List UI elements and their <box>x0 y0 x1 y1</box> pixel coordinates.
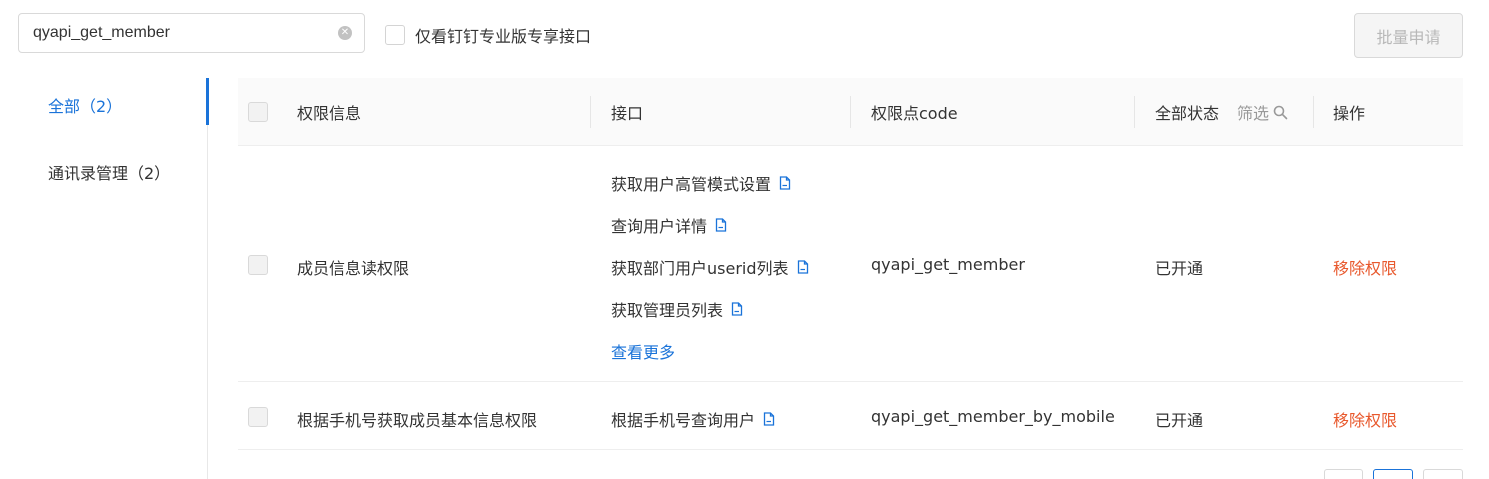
pager-next-button[interactable] <box>1423 469 1463 479</box>
doc-icon[interactable] <box>797 260 809 274</box>
batch-apply-button[interactable]: 批量申请 <box>1354 13 1463 58</box>
api-item: 查询用户详情 <box>611 213 727 237</box>
status-filter-label: 筛选 <box>1237 104 1270 123</box>
search-input[interactable] <box>33 24 338 42</box>
api-name[interactable]: 根据手机号查询用户 <box>611 407 755 431</box>
api-name[interactable]: 查询用户详情 <box>611 213 707 237</box>
pro-only-filter[interactable]: 仅看钉钉专业版专享接口 <box>385 23 591 47</box>
pager-page-button[interactable] <box>1373 469 1413 479</box>
column-divider <box>590 96 591 128</box>
table-row: 成员信息读权限 获取用户高管模式设置 查询用户详情 获取部门用户userid列表… <box>238 146 1463 382</box>
search-icon <box>1273 105 1288 119</box>
remove-permission-link[interactable]: 移除权限 <box>1333 255 1397 279</box>
sidebar-item-all[interactable]: 全部（2） <box>48 93 122 117</box>
header-permission: 权限信息 <box>297 104 362 123</box>
clear-icon[interactable]: ✕ <box>338 26 352 40</box>
status-text: 已开通 <box>1155 411 1204 430</box>
pager-prev-button[interactable] <box>1324 469 1363 479</box>
column-divider <box>1313 96 1314 128</box>
api-item: 获取用户高管模式设置 <box>611 171 791 195</box>
select-all-cell[interactable] <box>248 78 268 146</box>
api-name[interactable]: 获取用户高管模式设置 <box>611 171 771 195</box>
api-name[interactable]: 获取管理员列表 <box>611 297 723 321</box>
permission-table: 权限信息 接口 权限点code 全部状态 筛选 操作 成员信息读权限 获取用户高… <box>238 78 1463 450</box>
table-header: 权限信息 接口 权限点code 全部状态 筛选 操作 <box>238 78 1463 146</box>
row-checkbox[interactable] <box>248 407 268 427</box>
doc-icon[interactable] <box>763 412 775 426</box>
header-status: 全部状态 筛选 <box>1155 78 1288 146</box>
header-api: 接口 <box>611 104 644 123</box>
permission-code: qyapi_get_member_by_mobile <box>871 407 1115 426</box>
header-code: 权限点code <box>871 104 958 123</box>
remove-permission-link[interactable]: 移除权限 <box>1333 407 1397 431</box>
row-checkbox[interactable] <box>248 255 268 275</box>
api-item: 获取管理员列表 <box>611 297 743 321</box>
api-name[interactable]: 获取部门用户userid列表 <box>611 255 789 279</box>
doc-icon[interactable] <box>715 218 727 232</box>
status-filter[interactable]: 筛选 <box>1237 100 1288 124</box>
select-all-checkbox[interactable] <box>248 102 268 122</box>
sidebar-item-contacts[interactable]: 通讯录管理（2） <box>48 160 170 184</box>
permission-name: 成员信息读权限 <box>297 259 410 278</box>
status-text: 已开通 <box>1155 259 1204 278</box>
api-item: 获取部门用户userid列表 <box>611 255 809 279</box>
category-sidebar: 全部（2） 通讯录管理（2） <box>0 78 209 479</box>
permission-code: qyapi_get_member <box>871 255 1025 274</box>
active-indicator <box>206 78 209 125</box>
header-status-label: 全部状态 <box>1155 104 1220 123</box>
column-divider <box>850 96 851 128</box>
pro-only-label: 仅看钉钉专业版专享接口 <box>415 27 592 46</box>
column-divider <box>1134 96 1135 128</box>
search-box[interactable]: ✕ <box>18 13 365 53</box>
permission-name: 根据手机号获取成员基本信息权限 <box>297 411 538 430</box>
table-row: 根据手机号获取成员基本信息权限 根据手机号查询用户 qyapi_get_memb… <box>238 382 1463 450</box>
doc-icon[interactable] <box>731 302 743 316</box>
header-action: 操作 <box>1333 104 1366 123</box>
api-item: 根据手机号查询用户 <box>611 407 775 431</box>
doc-icon[interactable] <box>779 176 791 190</box>
view-more-link[interactable]: 查看更多 <box>611 339 675 363</box>
pro-only-checkbox[interactable] <box>385 25 405 45</box>
